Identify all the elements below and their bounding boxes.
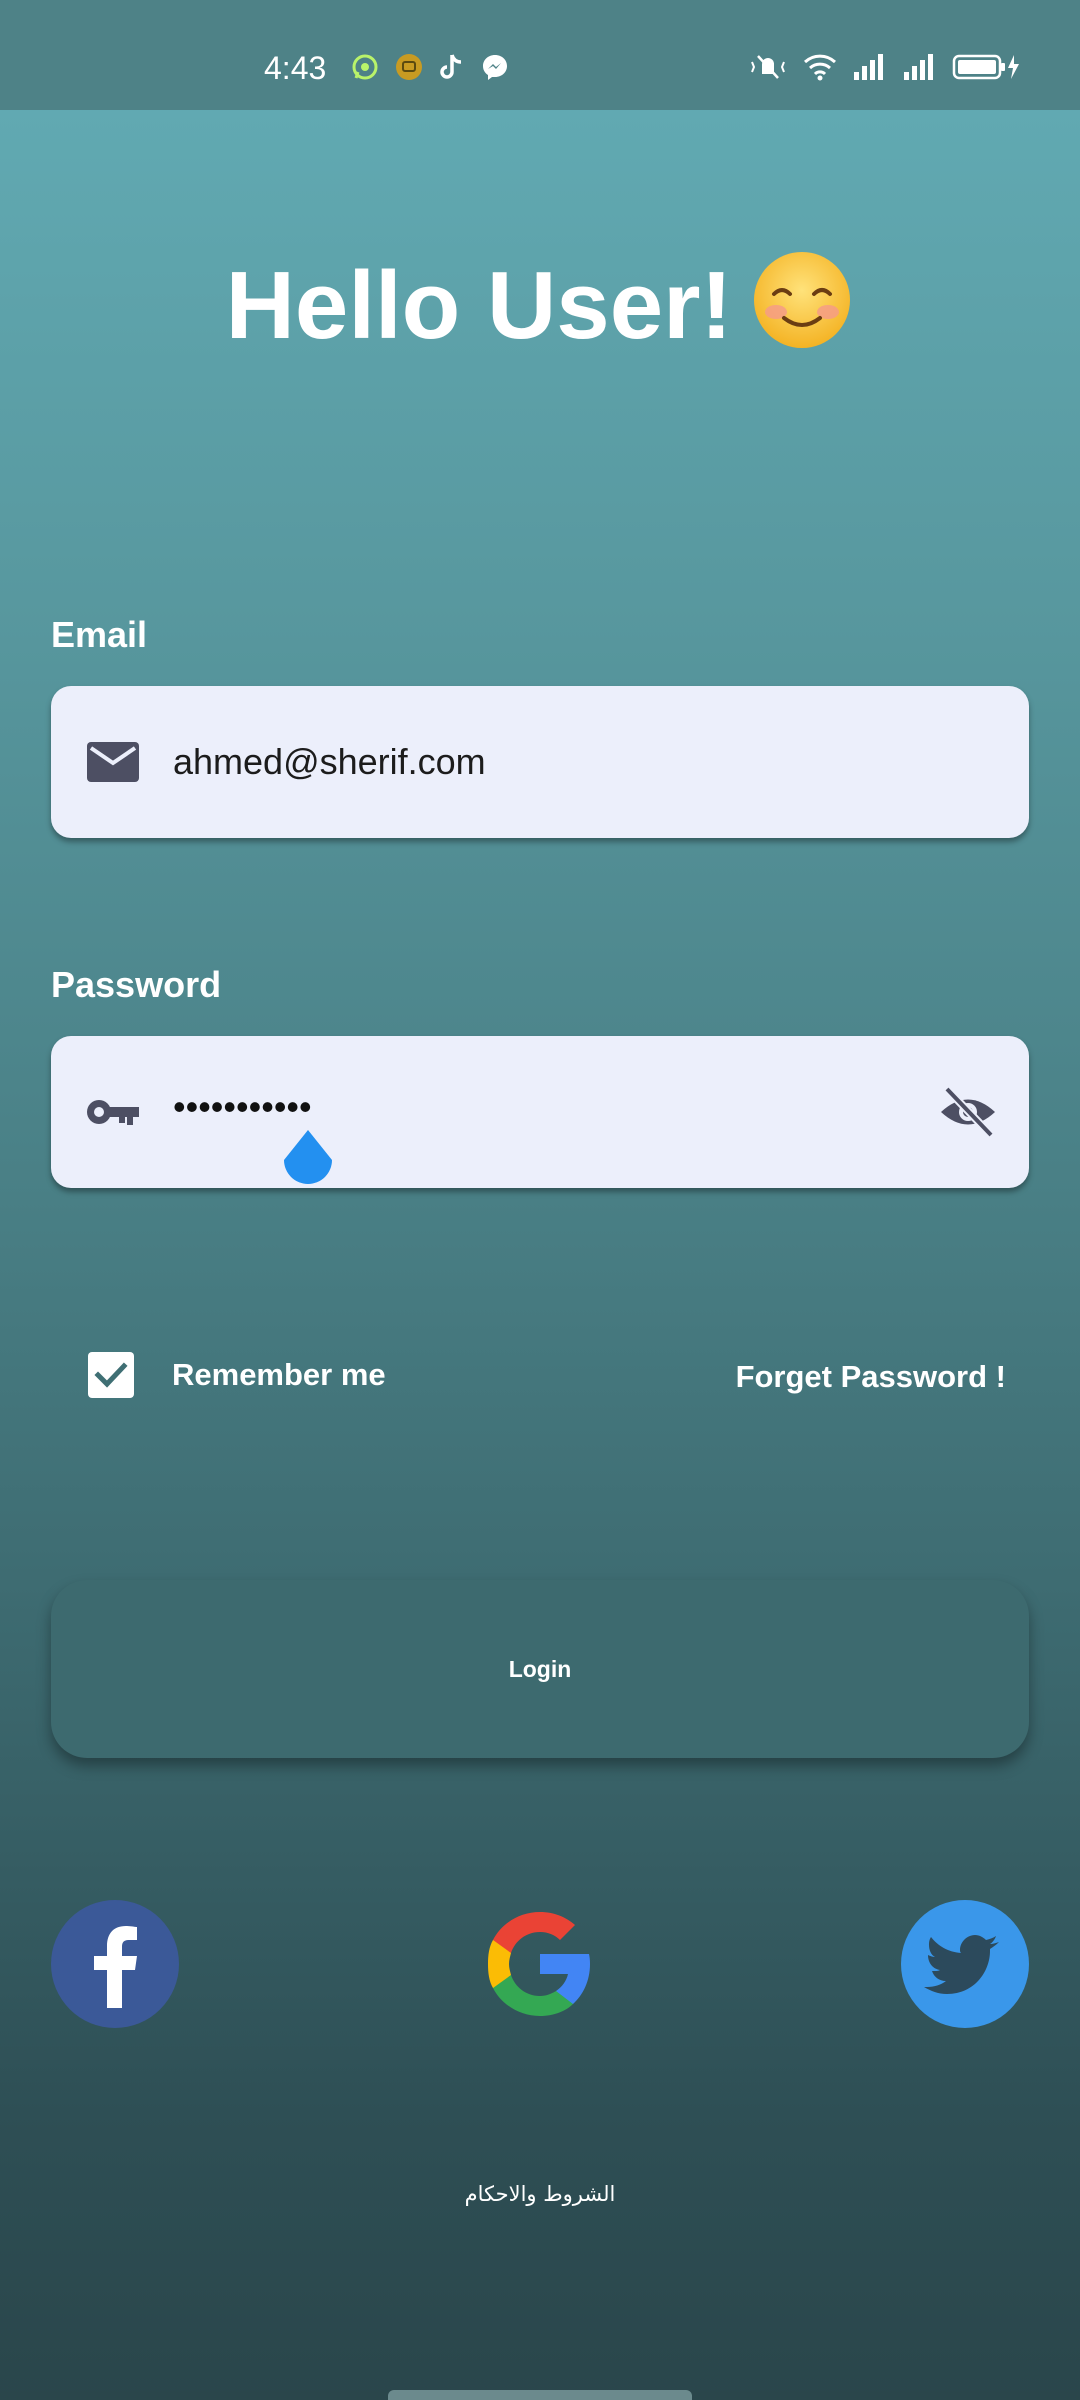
mute-vibrate-icon	[751, 55, 785, 79]
remember-me-row[interactable]: Remember me	[88, 1352, 386, 1398]
signal-icon-1	[854, 54, 883, 80]
email-field[interactable]	[51, 686, 1029, 838]
gesture-navigation-handle[interactable]	[388, 2390, 692, 2400]
password-label: Password	[51, 964, 222, 1005]
google-login-button[interactable]	[476, 1900, 604, 2028]
facebook-icon	[51, 1900, 179, 2028]
forget-password-link[interactable]: Forget Password !	[736, 1359, 1006, 1395]
facebook-login-button[interactable]	[51, 1900, 179, 2028]
password-field[interactable]: •••••••••••	[51, 1036, 1029, 1188]
google-icon	[488, 1912, 590, 2016]
twitter-icon	[901, 1900, 1029, 2028]
text-cursor-handle[interactable]	[280, 1128, 336, 1196]
greeting-text: Hello User!	[225, 252, 733, 359]
smiling-face-emoji-icon	[754, 252, 851, 348]
password-input[interactable]: •••••••••••	[173, 1086, 312, 1128]
notification-icons	[350, 52, 510, 82]
visibility-off-icon[interactable]	[937, 1081, 999, 1143]
login-button[interactable]: Login	[51, 1580, 1029, 1758]
twitter-login-button[interactable]	[901, 1900, 1029, 2028]
terms-and-conditions-link[interactable]: الشروط والاحكام	[0, 2182, 1080, 2206]
wifi-icon	[803, 54, 837, 81]
system-icons	[748, 52, 1022, 82]
greeting-title: Hello User!	[0, 248, 1080, 361]
messenger-icon	[483, 55, 507, 80]
status-bar: 4:43	[0, 0, 1080, 110]
app-notification-icon	[396, 54, 422, 80]
remember-me-label: Remember me	[172, 1357, 386, 1392]
signal-icon-2	[904, 54, 933, 80]
email-label: Email	[51, 614, 148, 655]
mail-icon	[87, 742, 139, 782]
status-time: 4:43	[264, 50, 327, 86]
whatsapp-icon	[352, 54, 378, 80]
key-icon	[87, 1100, 139, 1125]
checkmark-icon	[94, 1362, 128, 1388]
remember-me-checkbox[interactable]	[88, 1352, 134, 1398]
email-input[interactable]	[173, 686, 873, 838]
battery-charging-icon	[952, 54, 1019, 80]
tiktok-icon	[440, 54, 462, 79]
